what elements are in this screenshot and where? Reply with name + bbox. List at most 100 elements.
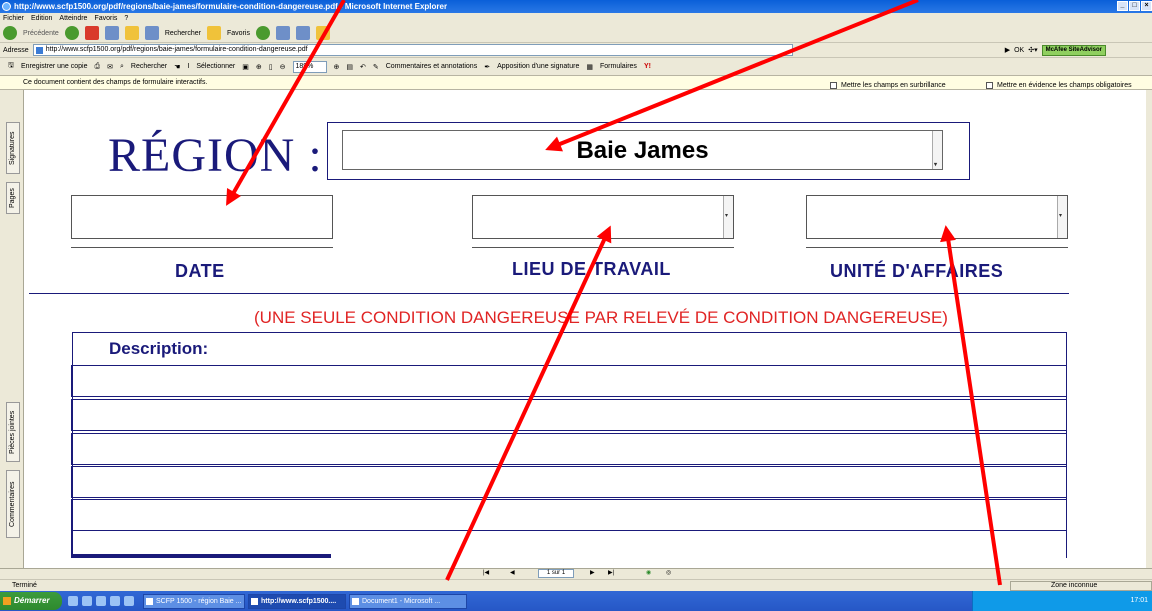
acrobat-search-button[interactable]: Rechercher <box>131 63 167 70</box>
description-underline <box>71 554 331 558</box>
description-line-2[interactable] <box>71 399 1067 431</box>
menu-favoris[interactable]: Favoris <box>94 13 117 24</box>
email-icon[interactable]: ✉ <box>107 63 113 71</box>
status-text: Terminé <box>12 582 37 589</box>
dropdown-arrow-icon[interactable] <box>1057 196 1067 238</box>
previous-view-icon[interactable]: ◉ <box>646 569 651 576</box>
search-icon[interactable] <box>144 26 159 40</box>
menu-help[interactable]: ? <box>124 13 128 24</box>
select-tool-button[interactable]: Sélectionner <box>196 63 235 70</box>
folder-quicklaunch-icon[interactable] <box>96 596 106 606</box>
media-quicklaunch-icon[interactable] <box>110 596 120 606</box>
history-icon[interactable] <box>255 26 270 40</box>
taskbar-item-word[interactable]: Document1 - Microsoft ... <box>349 593 467 609</box>
save-copy-button[interactable]: Enregistrer une copie <box>21 63 88 70</box>
back-icon[interactable] <box>3 26 17 40</box>
clock: 17:01 <box>1130 597 1148 604</box>
next-page-icon[interactable]: ▶ <box>590 569 595 576</box>
description-line-3[interactable] <box>71 433 1067 465</box>
back-button-label[interactable]: Précédente <box>23 30 59 37</box>
page-indicator[interactable]: 1 sur 1 <box>538 569 574 578</box>
last-page-icon[interactable]: ▶| <box>608 569 614 576</box>
home-icon[interactable] <box>124 26 139 40</box>
signature-icon[interactable]: ✒ <box>484 63 490 71</box>
print-icon[interactable] <box>295 26 310 40</box>
business-unit-dropdown[interactable] <box>806 195 1068 239</box>
previous-page-icon[interactable]: ◀ <box>510 569 515 576</box>
vertical-scrollbar[interactable] <box>1146 90 1152 568</box>
zoom-in-icon[interactable]: ⊕ <box>256 63 262 71</box>
mcafee-button[interactable]: McAfee SiteAdvisor <box>1041 44 1106 56</box>
firefox-quicklaunch-icon[interactable] <box>82 596 92 606</box>
favorites-button-label[interactable]: Favoris <box>227 30 250 37</box>
select-tool-icon[interactable]: I <box>187 63 189 70</box>
acrobat-toolbar: 🖫 Enregistrer une copie ⎙ ✉ ⌕ Rechercher… <box>0 57 1152 75</box>
links-icon[interactable]: ✣▾ <box>1028 46 1037 54</box>
save-copy-icon[interactable]: 🖫 <box>8 61 14 72</box>
system-tray: 17:01 <box>972 591 1152 611</box>
security-zone-label: Zone inconnue <box>1051 582 1098 589</box>
forms-button[interactable]: Formulaires <box>600 63 637 70</box>
rotate-icon[interactable]: ↶ <box>360 63 366 71</box>
mail-icon[interactable] <box>275 26 290 40</box>
menu-edition[interactable]: Edition <box>31 13 52 24</box>
description-label: Description: <box>109 339 209 358</box>
taskbar-item-browser[interactable]: http://www.scfp1500.... <box>248 593 346 609</box>
description-line-1[interactable] <box>71 365 1067 397</box>
workplace-underline <box>472 247 734 248</box>
pages-icon[interactable]: ▤ <box>346 63 353 71</box>
acrobat-quicklaunch-icon[interactable] <box>124 596 134 606</box>
tab-attachments[interactable]: Pièces jointes <box>6 402 20 462</box>
ie-quicklaunch-icon[interactable] <box>68 596 78 606</box>
quick-launch <box>68 596 134 606</box>
menu-fichier[interactable]: Fichier <box>3 13 24 24</box>
tab-signatures[interactable]: Signatures <box>6 122 20 174</box>
zoom-plus-icon[interactable]: ⊕ <box>334 63 340 71</box>
go-arrow-icon[interactable]: ▶ <box>1005 46 1010 54</box>
snapshot-icon[interactable]: ▣ <box>242 63 249 71</box>
annotation-arrowhead-4 <box>938 223 957 242</box>
close-button[interactable]: × <box>1141 1 1152 11</box>
tab-comments[interactable]: Commentaires <box>6 470 20 538</box>
business-unit-label: UNITÉ D'AFFAIRES <box>830 261 1004 281</box>
pdf-page: RÉGION : Baie James DATE LIEU DE TRAVAIL… <box>24 90 1146 558</box>
forward-icon[interactable] <box>64 26 79 40</box>
zoom-out-icon[interactable]: ⊖ <box>280 63 286 71</box>
page-navigation-bar: |◀ ◀ 1 sur 1 ▶ ▶| ◉ ◎ <box>0 568 1152 579</box>
status-bar: Terminé Zone inconnue <box>0 579 1152 591</box>
description-line-5[interactable] <box>71 499 1067 531</box>
menu-atteindre[interactable]: Atteindre <box>59 13 87 24</box>
dropdown-arrow-icon[interactable] <box>723 196 733 238</box>
taskbar-item-scfp[interactable]: SCFP 1500 - région Baie ... <box>143 593 245 609</box>
next-view-icon[interactable]: ◎ <box>666 569 671 576</box>
go-button[interactable]: OK <box>1014 47 1024 54</box>
acrobat-side-panel: Signatures Pages Pièces jointes Commenta… <box>0 90 24 568</box>
date-input[interactable] <box>71 195 333 239</box>
address-label: Adresse <box>3 46 29 54</box>
address-input[interactable]: http://www.scfp1500.org/pdf/regions/baie… <box>32 44 793 56</box>
description-line-4[interactable] <box>71 466 1067 498</box>
dropdown-arrow-icon[interactable] <box>932 131 942 185</box>
signature-button[interactable]: Apposition d'une signature <box>497 63 579 70</box>
start-button[interactable]: Démarrer <box>0 592 62 610</box>
comments-button[interactable]: Commentaires et annotations <box>386 63 477 70</box>
stop-icon[interactable] <box>84 26 99 40</box>
fit-page-icon[interactable]: ▯ <box>269 63 273 71</box>
comments-icon[interactable]: ✎ <box>373 63 379 71</box>
region-label: RÉGION : <box>108 129 323 182</box>
region-dropdown[interactable]: Baie James <box>342 130 943 185</box>
minimize-button[interactable]: _ <box>1117 1 1128 11</box>
hand-tool-icon[interactable]: ☚ <box>174 63 180 71</box>
maximize-button[interactable]: □ <box>1129 1 1140 11</box>
search-button-label[interactable]: Rechercher <box>165 30 201 37</box>
forms-icon[interactable]: ▦ <box>586 63 593 71</box>
tab-pages[interactable]: Pages <box>6 182 20 214</box>
binoculars-icon[interactable]: ⌕ <box>120 63 124 71</box>
browser-toolbar: Précédente Rechercher Favoris <box>0 24 1152 42</box>
print-icon[interactable]: ⎙ <box>95 63 101 71</box>
menu-bar: Fichier Edition Atteindre Favoris ? <box>0 13 1152 24</box>
favorites-icon[interactable] <box>207 26 221 40</box>
refresh-icon[interactable] <box>104 26 119 40</box>
first-page-icon[interactable]: |◀ <box>483 569 489 576</box>
yahoo-icon[interactable]: Y! <box>644 63 651 70</box>
